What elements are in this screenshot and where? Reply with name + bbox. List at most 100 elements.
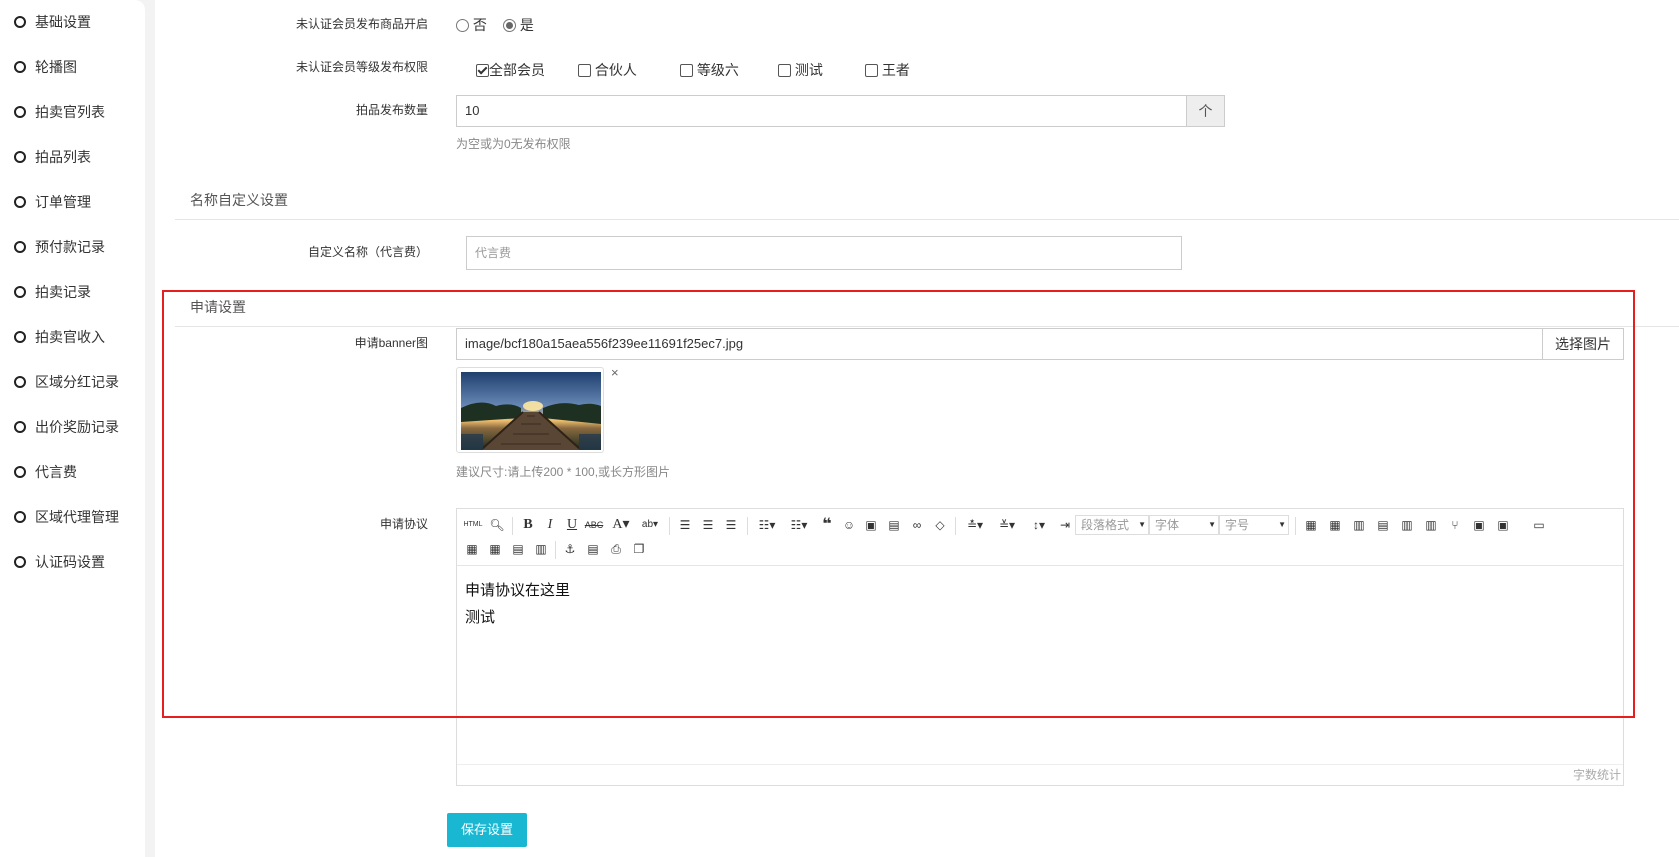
align-center-icon[interactable]: ☰ <box>698 516 718 534</box>
blockquote-icon[interactable]: ❝ <box>817 516 837 534</box>
sidebar-item-regional-agents[interactable]: 区域代理管理 <box>14 506 119 528</box>
delete-row-icon[interactable]: ▤ <box>508 540 528 558</box>
sidebar-item-label: 代言费 <box>35 464 77 480</box>
merge-right-icon[interactable]: ▣ <box>1493 516 1513 534</box>
custom-name-input[interactable]: 代言费 <box>466 236 1182 270</box>
bold-icon[interactable]: B <box>518 516 538 534</box>
ordered-list-icon[interactable]: ☷▾ <box>753 516 781 534</box>
table-caption-icon[interactable]: ▥ <box>1349 516 1369 534</box>
link-icon[interactable]: ∞ <box>907 516 927 534</box>
sidebar-item-endorsement-fee[interactable]: 代言费 <box>14 461 77 483</box>
sidebar-item-auctioneer-income[interactable]: 拍卖官收入 <box>14 326 105 348</box>
checkbox-all-members[interactable]: 全部会员 <box>476 60 545 80</box>
font-family-select[interactable]: 字体 ▼ <box>1149 515 1219 535</box>
font-size-select[interactable]: 字号 ▼ <box>1219 515 1289 535</box>
strikethrough-icon[interactable]: ABC <box>584 516 604 534</box>
checkbox-label: 测试 <box>794 62 823 78</box>
sidebar-item-auth-code[interactable]: 认证码设置 <box>14 551 105 573</box>
checkbox-label: 全部会员 <box>489 62 545 78</box>
print-icon[interactable]: ⎙ <box>606 540 626 558</box>
banner-path-input[interactable]: image/bcf180a15aea556f239ee11691f25ec7.j… <box>456 328 1543 360</box>
emoticon-icon[interactable]: ☺ <box>839 516 859 534</box>
sidebar-item-label: 出价奖励记录 <box>35 419 119 435</box>
anchor-icon[interactable]: ⚓ <box>560 540 580 558</box>
font-color-icon[interactable]: A▾ <box>608 516 634 534</box>
paste-icon[interactable]: ❐ <box>629 540 649 558</box>
sidebar-item-label: 区域代理管理 <box>35 509 119 525</box>
sidebar-item-auction-records[interactable]: 拍卖记录 <box>14 281 91 303</box>
choose-image-button[interactable]: 选择图片 <box>1542 328 1624 360</box>
video-icon[interactable]: ▤ <box>884 516 904 534</box>
delete-table-icon[interactable]: ▦ <box>1325 516 1345 534</box>
rich-text-editor[interactable]: HTML 🔍︎ B I U ABC A▾ ab▾ ☰ ☰ ☰ ☷▾ ☷▾ ❝ ☺… <box>456 508 1624 786</box>
row-spacing-top-icon[interactable]: ≛▾ <box>961 516 989 534</box>
publish-count-unit: 个 <box>1186 95 1225 127</box>
eraser-icon[interactable]: ◇ <box>930 516 950 534</box>
publish-count-input[interactable]: 10 <box>456 95 1187 127</box>
sidebar-item-bid-rewards[interactable]: 出价奖励记录 <box>14 416 119 438</box>
editor-content[interactable]: 申请协议在这里 测试 <box>465 577 570 631</box>
sidebar-item-carousel[interactable]: 轮播图 <box>14 56 77 78</box>
sidebar-item-label: 基础设置 <box>35 14 91 30</box>
circle-icon <box>14 466 26 478</box>
underline-icon[interactable]: U <box>562 516 582 534</box>
checkbox-icon <box>778 64 791 77</box>
circle-icon <box>14 331 26 343</box>
checkbox-icon <box>680 64 693 77</box>
merge-cells-icon[interactable]: ▣ <box>1469 516 1489 534</box>
delete-col-icon[interactable]: ▥ <box>1421 516 1441 534</box>
checkbox-test[interactable]: 测试 <box>778 60 823 80</box>
split-cell-icon[interactable]: ⑂ <box>1445 516 1465 534</box>
checkbox-king[interactable]: 王者 <box>865 60 910 80</box>
banner-image <box>461 372 601 450</box>
highlight-color-icon[interactable]: ab▾ <box>637 516 663 534</box>
sidebar-item-prepayment[interactable]: 预付款记录 <box>14 236 105 258</box>
custom-name-section-title: 名称自定义设置 <box>190 192 288 208</box>
checkbox-level-six[interactable]: 等级六 <box>680 60 739 80</box>
checkbox-label: 等级六 <box>696 62 739 78</box>
align-right-icon[interactable]: ☰ <box>721 516 741 534</box>
publish-count-help: 为空或为0无发布权限 <box>456 137 571 151</box>
italic-icon[interactable]: I <box>540 516 560 534</box>
toolbar-separator <box>555 541 556 559</box>
insert-col-icon[interactable]: ▥ <box>1397 516 1417 534</box>
toolbar-separator <box>669 517 670 535</box>
remove-image-icon[interactable]: × <box>611 365 619 380</box>
editor-footer <box>457 764 1623 785</box>
word-count: 字数统计 <box>1572 768 1621 782</box>
sidebar-item-label: 认证码设置 <box>35 554 105 570</box>
insert-row-icon[interactable]: ▤ <box>1373 516 1393 534</box>
radio-yes-label: 是 <box>519 17 534 33</box>
radio-selected-icon <box>503 19 516 32</box>
row-spacing-bottom-icon[interactable]: ≚▾ <box>993 516 1021 534</box>
agreement-label: 申请协议 <box>379 517 428 531</box>
chevron-down-icon: ▼ <box>1278 520 1286 529</box>
sidebar-item-regional-dividends[interactable]: 区域分红记录 <box>14 371 119 393</box>
checkbox-partner[interactable]: 合伙人 <box>578 60 637 80</box>
radio-no[interactable]: 否 <box>456 15 487 35</box>
preview-icon[interactable]: 🔍︎ <box>487 516 507 534</box>
image-icon[interactable]: ▣ <box>861 516 881 534</box>
circle-icon <box>14 61 26 73</box>
line-height-icon[interactable]: ↕▾ <box>1025 516 1053 534</box>
radio-yes[interactable]: 是 <box>503 15 534 35</box>
split-rows-icon[interactable]: ▦ <box>462 540 482 558</box>
fullscreen-icon[interactable]: ▭ <box>1529 516 1549 534</box>
sidebar-item-orders[interactable]: 订单管理 <box>14 191 91 213</box>
split-cols-icon[interactable]: ▦ <box>485 540 505 558</box>
sidebar-item-lot-list[interactable]: 拍品列表 <box>14 146 91 168</box>
sidebar-item-basic-settings[interactable]: 基础设置 <box>14 11 91 33</box>
save-button[interactable]: 保存设置 <box>447 813 527 847</box>
indent-icon[interactable]: ⇥ <box>1055 516 1075 534</box>
template-icon[interactable]: ▤ <box>583 540 603 558</box>
unordered-list-icon[interactable]: ☷▾ <box>785 516 813 534</box>
align-left-icon[interactable]: ☰ <box>675 516 695 534</box>
sidebar-item-label: 预付款记录 <box>35 239 105 255</box>
html-source-icon[interactable]: HTML <box>462 516 484 534</box>
sidebar-item-label: 拍卖官列表 <box>35 104 105 120</box>
paragraph-format-select[interactable]: 段落格式 ▼ <box>1075 515 1149 535</box>
banner-help: 建议尺寸:请上传200 * 100,或长方形图片 <box>456 465 671 479</box>
sidebar-item-auctioneer-list[interactable]: 拍卖官列表 <box>14 101 105 123</box>
delete-cell-icon[interactable]: ▥ <box>531 540 551 558</box>
insert-table-icon[interactable]: ▦ <box>1301 516 1321 534</box>
